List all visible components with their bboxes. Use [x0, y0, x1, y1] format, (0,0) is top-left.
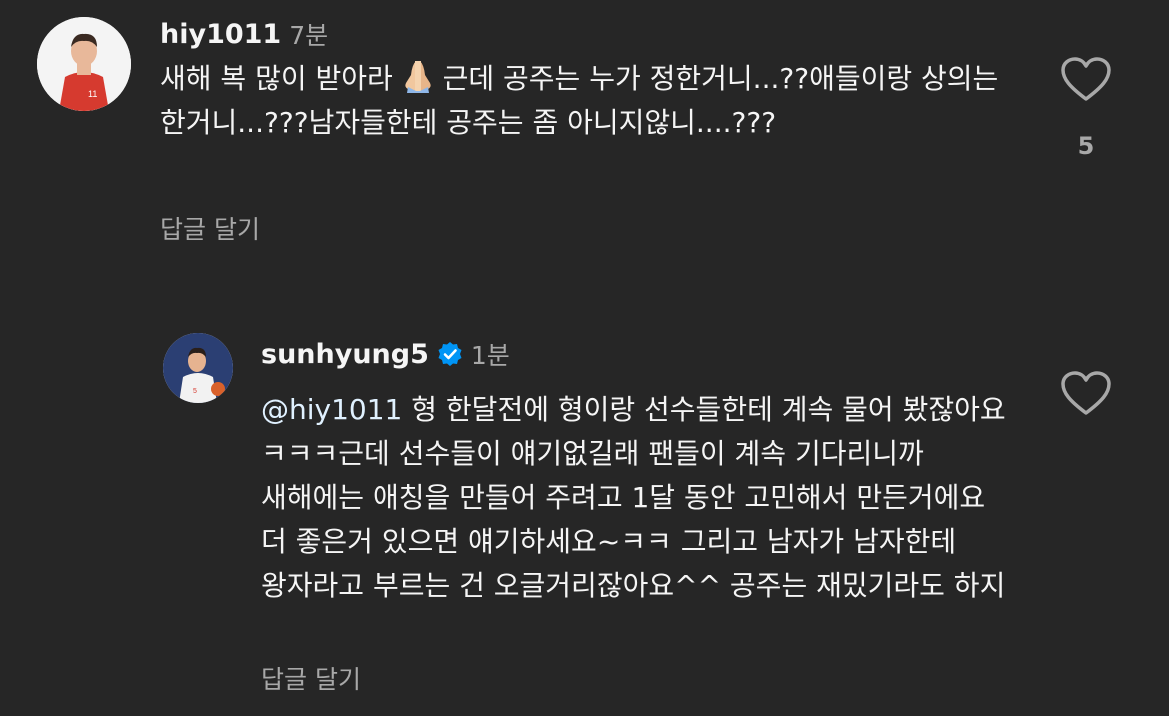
comment-sunhyung5: 5 sunhyung5 1분 @hiy1011 형 한달전에 형이랑 선수들한테…	[0, 320, 1169, 716]
like-heart-icon[interactable]	[1060, 57, 1112, 103]
reply-button[interactable]: 답글 달기	[261, 660, 361, 696]
verified-badge-icon	[437, 341, 463, 367]
avatar[interactable]: 11	[37, 17, 131, 111]
svg-text:5: 5	[193, 388, 197, 395]
like-heart-icon[interactable]	[1060, 371, 1112, 417]
comment-meta: hiy1011 7분	[160, 16, 328, 52]
comments-panel: 11 hiy1011 7분 새해 복 많이 받아라 근데 공주는 누가 정한거니…	[0, 0, 1169, 716]
timestamp[interactable]: 7분	[289, 16, 328, 52]
svg-text:11: 11	[88, 89, 97, 99]
mention-link[interactable]: @hiy1011	[261, 393, 402, 426]
like-count: 5	[1077, 132, 1095, 160]
comment-text: 새해 복 많이 받아라 근데 공주는 누가 정한거니...??애들이랑 상의는 …	[160, 57, 1010, 145]
folded-hands-icon	[402, 59, 434, 93]
username[interactable]: hiy1011	[160, 19, 281, 50]
comment-hiy1011: 11 hiy1011 7분 새해 복 많이 받아라 근데 공주는 누가 정한거니…	[0, 0, 1169, 280]
comment-text: @hiy1011 형 한달전에 형이랑 선수들한테 계속 물어 봤잖아요 ㅋㅋㅋ…	[261, 388, 1011, 608]
timestamp[interactable]: 1분	[471, 336, 510, 372]
avatar[interactable]: 5	[163, 333, 233, 403]
comment-text-part: 새해 복 많이 받아라	[160, 62, 393, 95]
username[interactable]: sunhyung5	[261, 339, 429, 370]
comment-meta: sunhyung5 1분	[261, 336, 510, 372]
reply-button[interactable]: 답글 달기	[160, 210, 260, 246]
